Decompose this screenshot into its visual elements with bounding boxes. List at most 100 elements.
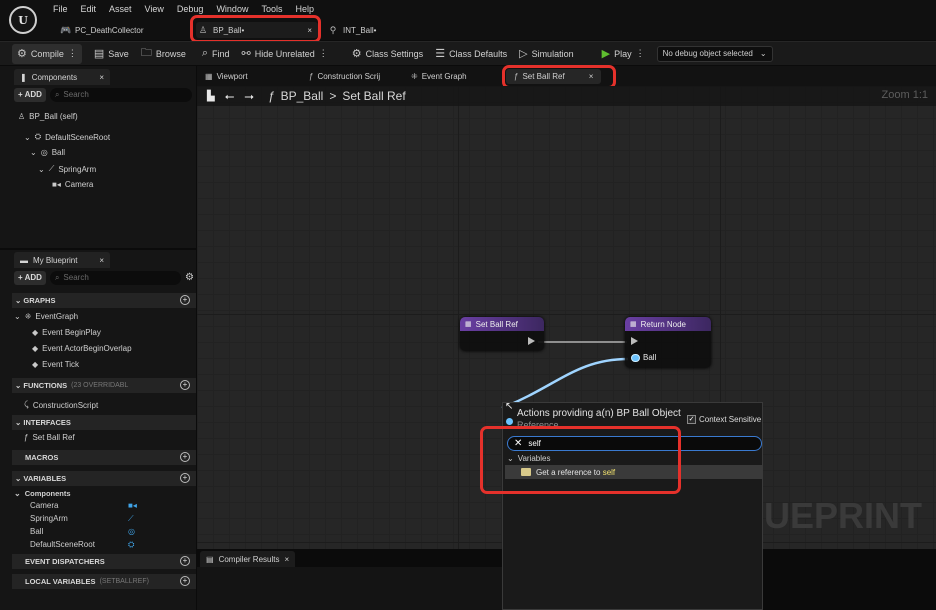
ball-reference-wire[interactable] [501, 357, 629, 410]
menu-view[interactable]: View [145, 4, 164, 14]
close-icon[interactable]: × [284, 555, 289, 564]
event-actor-begin-overlap[interactable]: ◆ Event ActorBeginOverlap [32, 344, 132, 353]
close-icon[interactable]: × [99, 256, 104, 265]
blueprint-icon: ▬ [20, 255, 28, 265]
tab-label: Construction Scrij [317, 72, 381, 81]
clear-icon[interactable]: ✕ [514, 438, 522, 449]
my-blueprint-toolbar: + ADD ⌕ Search ⚙ [14, 270, 194, 285]
section-graphs[interactable]: ⌄ GRAPHS + [12, 293, 196, 308]
category-variables[interactable]: ⌄ Variables [507, 454, 550, 463]
exec-in-pin[interactable] [631, 337, 638, 345]
section-sublabel: (SETBALLREF) [99, 578, 149, 585]
compile-button[interactable]: ⚙ Compile ⋮ [12, 43, 82, 64]
menu-window[interactable]: Window [216, 4, 248, 14]
more-options-icon[interactable]: ⋮ [319, 48, 328, 59]
add-icon[interactable]: + [180, 380, 190, 390]
doc-tab-int-ball[interactable]: ⚲ INT_Ball• [328, 22, 377, 38]
variable-camera[interactable]: Camera [30, 501, 140, 510]
components-tab-label: Components [31, 72, 78, 82]
graph-event-graph[interactable]: ⌄ ⁜ EventGraph [14, 312, 78, 321]
action-search-input[interactable]: ✕ self [507, 436, 762, 451]
event-label: Event ActorBeginOverlap [42, 344, 132, 353]
event-graph-icon: ⁜ [24, 312, 32, 321]
interface-set-ball-ref[interactable]: ƒ Set Ball Ref [24, 433, 75, 442]
tab-set-ball-ref[interactable]: ƒ Set Ball Ref × [506, 69, 602, 84]
function-entry-icon: ▦ [465, 321, 472, 328]
hide-unrelated-button[interactable]: ⚯ Hide Unrelated ⋮ [236, 44, 334, 64]
menu-edit[interactable]: Edit [81, 4, 97, 14]
add-icon[interactable]: + [180, 576, 190, 586]
class-settings-button[interactable]: ⚙ Class Settings [346, 44, 429, 64]
section-macros[interactable]: MACROS + [12, 450, 196, 465]
tab-components[interactable]: ❚ Components × [14, 69, 110, 85]
menu-tools[interactable]: Tools [261, 4, 282, 14]
find-button[interactable]: ⌕ Find [196, 44, 236, 64]
save-button[interactable]: ▤ Save [88, 44, 135, 64]
component-self[interactable]: ♙ BP_Ball (self) [18, 112, 78, 121]
doc-tab-pc-deathcollector[interactable]: 🎮 PC_DeathCollector [60, 22, 143, 38]
component-camera[interactable]: ■◂ Camera [52, 180, 93, 189]
tab-viewport[interactable]: ▦ Viewport [205, 69, 248, 84]
return-pin-ball[interactable]: Ball [631, 353, 656, 362]
component-default-scene-root[interactable]: ⌄ ⛭ DefaultSceneRoot [24, 132, 110, 142]
tab-my-blueprint[interactable]: ▬ My Blueprint × [14, 252, 110, 268]
add-icon[interactable]: + [180, 556, 190, 566]
unreal-logo-icon[interactable]: U [9, 6, 37, 34]
event-begin-play[interactable]: ◆ Event BeginPlay [32, 328, 101, 337]
menu-asset[interactable]: Asset [109, 4, 132, 14]
variable-default-scene-root[interactable]: DefaultSceneRoot [30, 540, 140, 549]
section-event-dispatchers[interactable]: EVENT DISPATCHERS + [12, 554, 196, 569]
chevron-down-icon: ⌄ [15, 381, 24, 390]
tab-event-graph[interactable]: ⁜ Event Graph [411, 69, 467, 84]
action-get-reference-to-self[interactable]: Get a reference to self [505, 465, 762, 479]
add-icon[interactable]: + [180, 452, 190, 462]
sphere-mesh-icon: ◎ [40, 148, 48, 157]
menu-debug[interactable]: Debug [177, 4, 204, 14]
menu-file[interactable]: File [53, 4, 68, 14]
debug-object-select[interactable]: No debug object selected ⌄ [656, 45, 773, 62]
play-button[interactable]: ▶ Play ⋮ [596, 44, 651, 64]
add-component-button[interactable]: + ADD [14, 87, 46, 102]
actor-icon: ♙ [18, 112, 26, 121]
variable-label: SpringArm [30, 514, 68, 523]
node-return[interactable]: ▦ Return Node Ball [625, 317, 711, 368]
viewport-icon: ▦ [205, 72, 213, 81]
section-interfaces[interactable]: ⌄ INTERFACES [12, 415, 196, 430]
event-tick[interactable]: ◆ Event Tick [32, 360, 79, 369]
section-variables[interactable]: ⌄ VARIABLES + [12, 471, 196, 486]
context-sensitive-checkbox[interactable]: ✓ Context Sensitive [687, 415, 761, 424]
components-search-input[interactable]: ⌕ Search [49, 87, 192, 102]
class-defaults-button[interactable]: ☰ Class Defaults [429, 44, 513, 64]
add-icon[interactable]: + [180, 295, 190, 305]
simulation-button[interactable]: ▷ Simulation [513, 44, 580, 64]
tab-compiler-results[interactable]: ▤ Compiler Results × [200, 551, 296, 567]
more-options-icon[interactable]: ⋮ [636, 48, 645, 59]
function-construction-script[interactable]: ⤹ ConstructionScript [24, 400, 98, 410]
close-icon[interactable]: × [99, 73, 104, 82]
section-functions[interactable]: ⌄ FUNCTIONS (23 OVERRIDABL + [12, 378, 196, 393]
actor-icon: ♙ [198, 25, 208, 35]
section-label: INTERFACES [23, 418, 71, 427]
menu-bar: File Edit Asset View Debug Window Tools … [53, 4, 314, 14]
browse-button[interactable]: 🗀 Browse [135, 44, 192, 64]
variable-ball[interactable]: Ball [30, 527, 140, 536]
tab-label: Set Ball Ref [522, 72, 565, 81]
component-spring-arm[interactable]: ⌄ ⟋ SpringArm [38, 164, 96, 174]
variable-group-components[interactable]: ⌄ Components [14, 489, 71, 498]
variable-spring-arm[interactable]: SpringArm [30, 514, 140, 523]
gear-icon[interactable]: ⚙ [185, 272, 194, 283]
simulation-icon: ▷ [519, 48, 528, 60]
close-icon[interactable]: × [307, 26, 312, 35]
component-ball[interactable]: ⌄ ◎ Ball [30, 148, 65, 157]
node-set-ball-ref[interactable]: ▦ Set Ball Ref [460, 317, 544, 351]
add-icon[interactable]: + [180, 473, 190, 483]
section-local-variables[interactable]: LOCAL VARIABLES (SETBALLREF) + [12, 574, 196, 589]
exec-out-pin[interactable] [528, 337, 535, 345]
tab-construction-script[interactable]: ƒ Construction Scrij [309, 69, 380, 84]
add-member-button[interactable]: + ADD [14, 270, 46, 285]
close-icon[interactable]: × [589, 72, 594, 81]
menu-help[interactable]: Help [295, 4, 314, 14]
group-label: Components [24, 489, 71, 498]
doc-tab-bp-ball[interactable]: ♙ BP_Ball• × [196, 22, 318, 38]
my-blueprint-search-input[interactable]: ⌕ Search [49, 270, 182, 285]
